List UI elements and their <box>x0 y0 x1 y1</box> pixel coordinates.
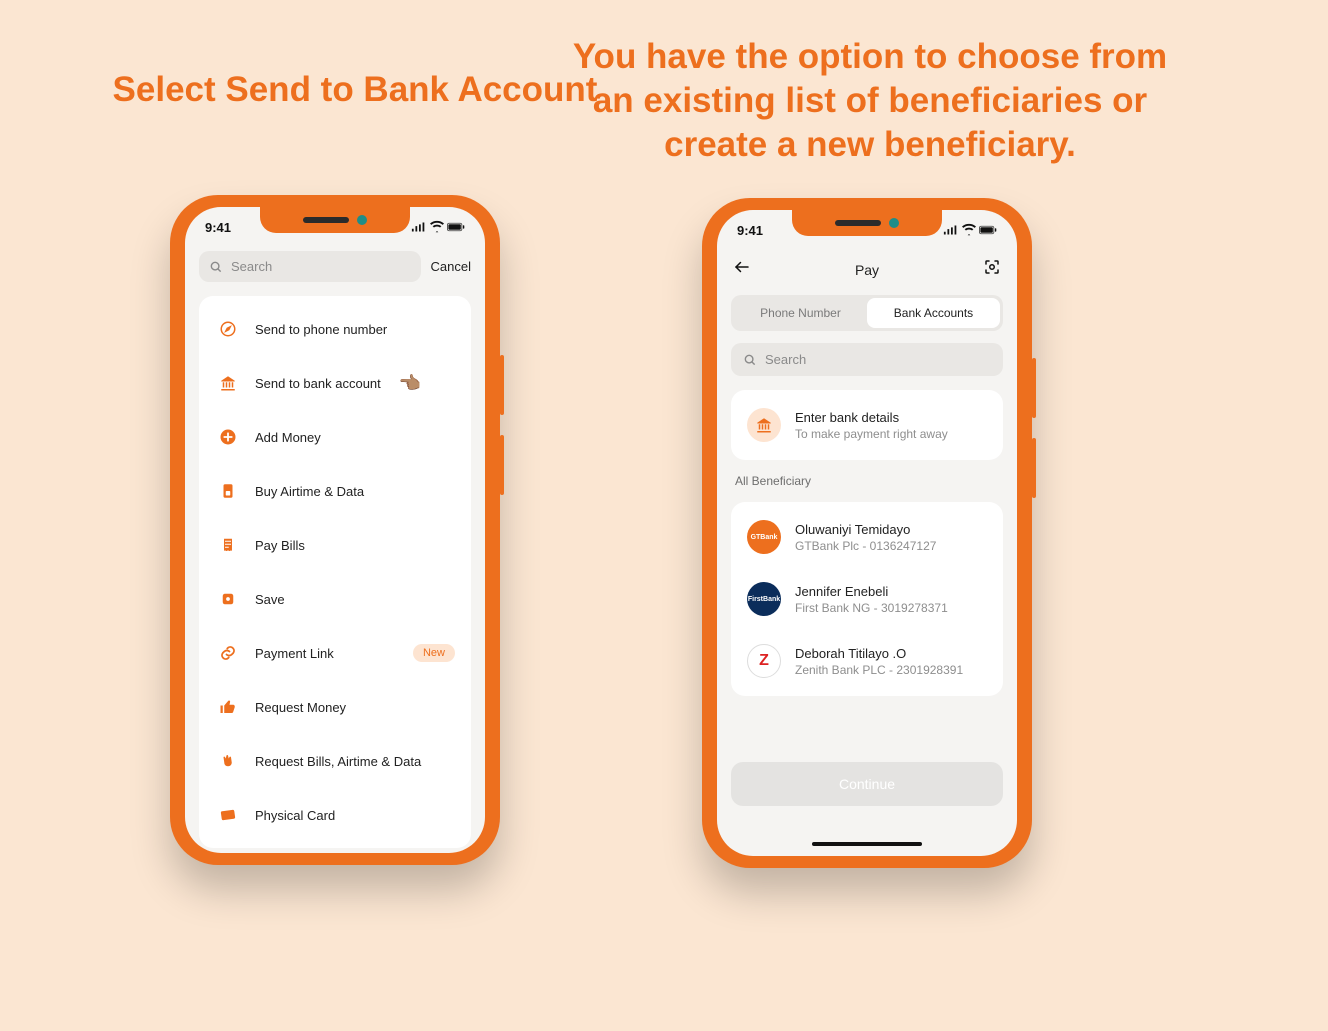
menu-item-label: Buy Airtime & Data <box>255 484 364 499</box>
phone-mock-left: 9:41 Search Cancel Send to phone numberS… <box>170 195 500 865</box>
menu-item-label: Add Money <box>255 430 321 445</box>
bank-avatar: GTBank <box>747 520 781 554</box>
search-placeholder: Search <box>765 352 806 367</box>
menu-item-label: Request Bills, Airtime & Data <box>255 754 421 769</box>
status-time: 9:41 <box>737 223 763 238</box>
bank-icon <box>755 416 773 434</box>
new-badge: New <box>413 644 455 662</box>
menu-item-label: Save <box>255 592 285 607</box>
tab-phone-number[interactable]: Phone Number <box>734 298 867 328</box>
beneficiary-name: Oluwaniyi Temidayo <box>795 522 936 537</box>
search-placeholder: Search <box>231 259 272 274</box>
search-icon <box>743 353 757 367</box>
menu-item-card[interactable]: Physical Card <box>199 788 471 842</box>
bank-avatar: FirstBank <box>747 582 781 616</box>
action-menu: Send to phone number Send to bank account… <box>199 296 471 848</box>
menu-item-plus[interactable]: Add Money <box>199 410 471 464</box>
plus-icon <box>215 424 241 450</box>
receipt-icon <box>215 532 241 558</box>
pointing-hand-icon: 👈🏽 <box>399 373 421 394</box>
piggy-icon <box>215 586 241 612</box>
menu-item-label: Payment Link <box>255 646 334 661</box>
scan-icon <box>983 258 1001 276</box>
menu-item-receipt[interactable]: Pay Bills <box>199 518 471 572</box>
notch <box>260 207 410 233</box>
beneficiary-account: GTBank Plc - 0136247127 <box>795 539 936 553</box>
beneficiary-row[interactable]: GTBank Oluwaniyi Temidayo GTBank Plc - 013… <box>731 506 1003 568</box>
bank-avatar: Z <box>747 644 781 678</box>
phone-mock-right: 9:41 Pay Phone Number Bank Accounts Sear… <box>702 198 1032 868</box>
beneficiary-row[interactable]: FirstBank Jennifer Enebeli First Bank NG -… <box>731 568 1003 630</box>
scan-button[interactable] <box>983 258 1001 281</box>
compass-icon <box>215 316 241 342</box>
screen-left: 9:41 Search Cancel Send to phone numberS… <box>185 207 485 853</box>
thumb-icon <box>215 694 241 720</box>
menu-item-link[interactable]: Payment Link New <box>199 626 471 680</box>
search-icon <box>209 260 223 274</box>
menu-item-bank[interactable]: Send to bank account 👈🏽 <box>199 356 471 410</box>
beneficiary-account: First Bank NG - 3019278371 <box>795 601 948 615</box>
all-beneficiary-label: All Beneficiary <box>735 474 999 488</box>
bank-icon <box>215 370 241 396</box>
beneficiary-row[interactable]: Z Deborah Titilayo .O Zenith Bank PLC - 23… <box>731 630 1003 692</box>
menu-item-sim[interactable]: Buy Airtime & Data <box>199 464 471 518</box>
card-icon <box>215 802 241 828</box>
wave-icon <box>215 748 241 774</box>
beneficiary-list: GTBank Oluwaniyi Temidayo GTBank Plc - 013… <box>731 502 1003 696</box>
menu-item-piggy[interactable]: Save <box>199 572 471 626</box>
sim-icon <box>215 478 241 504</box>
cancel-button[interactable]: Cancel <box>431 259 471 274</box>
status-icons <box>943 221 997 239</box>
enter-bank-sub: To make payment right away <box>795 427 948 441</box>
link-icon <box>215 640 241 666</box>
search-input[interactable]: Search <box>199 251 421 282</box>
status-icons <box>411 218 465 236</box>
menu-item-thumb[interactable]: Request Money <box>199 680 471 734</box>
tab-bank-accounts[interactable]: Bank Accounts <box>867 298 1000 328</box>
account-type-tabs: Phone Number Bank Accounts <box>731 295 1003 331</box>
notch <box>792 210 942 236</box>
page-title: Pay <box>855 262 879 278</box>
status-time: 9:41 <box>205 220 231 235</box>
menu-item-wave[interactable]: Request Bills, Airtime & Data <box>199 734 471 788</box>
beneficiary-name: Deborah Titilayo .O <box>795 646 963 661</box>
menu-item-label: Send to phone number <box>255 322 387 337</box>
beneficiary-account: Zenith Bank PLC - 2301928391 <box>795 663 963 677</box>
menu-item-compass[interactable]: Send to phone number <box>199 302 471 356</box>
home-indicator <box>812 842 922 846</box>
headline-left: Select Send to Bank Account <box>100 68 610 112</box>
continue-button[interactable]: Continue <box>731 762 1003 806</box>
menu-item-label: Physical Card <box>255 808 335 823</box>
enter-bank-title: Enter bank details <box>795 410 948 425</box>
menu-item-label: Pay Bills <box>255 538 305 553</box>
enter-bank-details[interactable]: Enter bank details To make payment right… <box>731 390 1003 460</box>
screen-right: 9:41 Pay Phone Number Bank Accounts Sear… <box>717 210 1017 856</box>
headline-right: You have the option to choose from an ex… <box>560 35 1180 166</box>
arrow-left-icon <box>733 258 751 276</box>
menu-item-label: Request Money <box>255 700 346 715</box>
back-button[interactable] <box>733 258 751 281</box>
beneficiary-search-input[interactable]: Search <box>731 343 1003 376</box>
menu-item-label: Send to bank account <box>255 376 381 391</box>
beneficiary-name: Jennifer Enebeli <box>795 584 948 599</box>
